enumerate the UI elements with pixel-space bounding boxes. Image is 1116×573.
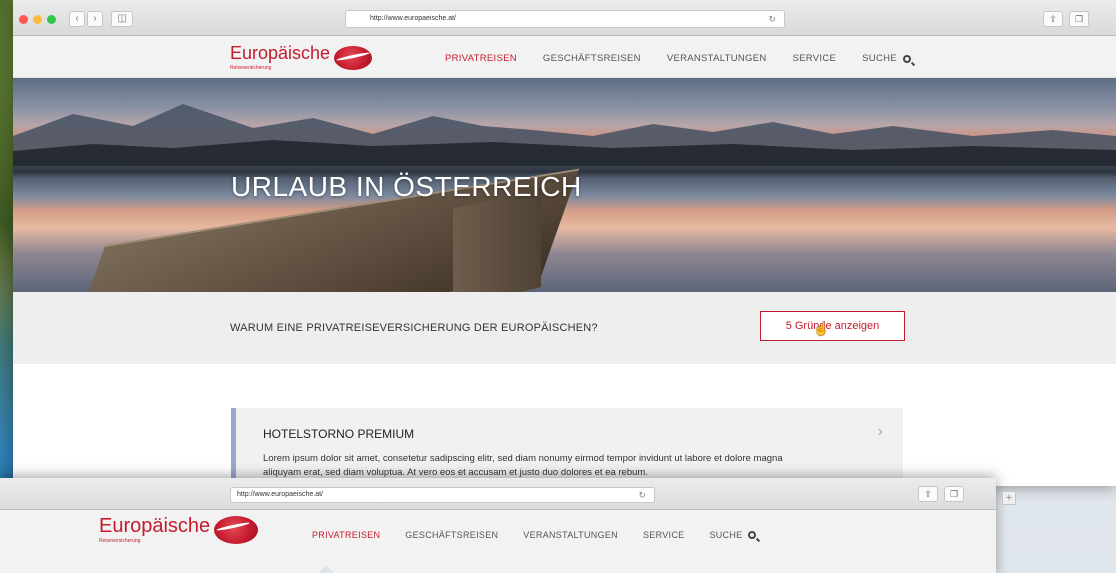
address-bar[interactable]: http://www.europaeische.at/ ↻ [345,10,785,28]
show-reasons-button[interactable]: 5 Gründe anzeigen [760,311,905,341]
nav-item-service[interactable]: SERVICE [643,530,684,540]
search-icon [748,531,757,539]
minimize-window-button[interactable] [33,15,42,24]
reasons-question: WARUM EINE PRIVATREISEVERSICHERUNG DER E… [230,322,598,334]
browser-toolbar-2: http://www.europaeische.at/ ↻ ⇧ ❐ [0,478,996,510]
main-navigation-2: PRIVATREISEN GESCHÄFTSREISEN VERANSTALTU… [312,530,781,540]
hero-banner: URLAUB IN ÖSTERREICH [13,78,1116,292]
chevron-right-icon[interactable]: › [878,423,883,441]
logo-globe-icon [334,45,373,70]
sidebar-icon[interactable]: ◫ [111,11,133,27]
nav-item-suche[interactable]: SUCHE [862,53,911,64]
share-icon[interactable]: ⇧ [1043,11,1063,27]
reload-icon[interactable]: ↻ [768,11,776,27]
back-button[interactable]: ‹ [69,11,85,27]
address-bar-2[interactable]: http://www.europaeische.at/ ↻ [230,487,655,503]
nav-item-veranstaltungen[interactable]: VERANSTALTUNGEN [523,530,618,540]
browser-window-bottom: http://www.europaeische.at/ ↻ ⇧ ❐ Europä… [0,478,996,573]
nav-suche-label: SUCHE [862,53,897,64]
search-icon [902,54,911,63]
brand-logo-2[interactable]: Europäische Reiseversicherung [99,515,259,544]
product-card-description: Lorem ipsum dolor sit amet, consetetur s… [263,453,783,478]
brand-tagline: Reiseversicherung [230,65,272,71]
new-tab-button[interactable]: + [1002,491,1016,505]
nav-item-privatreisen[interactable]: PRIVATREISEN [445,53,517,64]
brand-logo[interactable]: Europäische Reiseversicherung [230,43,373,71]
browser-window-top: ‹ › ◫ http://www.europaeische.at/ ↻ ⇧ ❐ … [13,0,1116,486]
share-icon[interactable]: ⇧ [918,486,938,502]
close-window-button[interactable] [19,15,28,24]
reload-icon[interactable]: ↻ [638,488,646,502]
main-content: HOTELSTORNO PREMIUM › Lorem ipsum dolor … [13,364,1116,486]
address-url: http://www.europaeische.at/ [370,15,456,22]
nav-item-geschaeftsreisen[interactable]: GESCHÄFTSREISEN [543,53,641,64]
forward-button[interactable]: › [87,11,103,27]
tabs-icon[interactable]: ❐ [1069,11,1089,27]
brand-tagline-2: Reiseversicherung [99,538,141,544]
product-card[interactable]: HOTELSTORNO PREMIUM › Lorem ipsum dolor … [231,408,903,486]
reasons-band: WARUM EINE PRIVATREISEVERSICHERUNG DER E… [13,292,1116,364]
logo-globe-icon [214,516,259,544]
product-card-title: HOTELSTORNO PREMIUM [263,427,415,441]
window-controls [19,15,56,24]
site-header: Europäische Reiseversicherung PRIVATREIS… [13,36,1116,78]
nav-suche-label: SUCHE [709,530,743,540]
hero-title: URLAUB IN ÖSTERREICH [231,171,582,202]
nav-item-veranstaltungen[interactable]: VERANSTALTUNGEN [667,53,767,64]
brand-name-2: Europäische [99,515,211,537]
nav-item-privatreisen[interactable]: PRIVATREISEN [312,530,380,540]
nav-item-suche[interactable]: SUCHE [709,530,757,540]
hand-cursor-icon: ☝ [813,321,830,336]
site-header-2: Europäische Reiseversicherung PRIVATREIS… [0,510,996,573]
nav-item-geschaeftsreisen[interactable]: GESCHÄFTSREISEN [405,530,498,540]
tabs-icon[interactable]: ❐ [944,486,964,502]
address-url-2: http://www.europaeische.at/ [237,491,323,498]
zoom-window-button[interactable] [47,15,56,24]
nav-item-service[interactable]: SERVICE [793,53,837,64]
mountain-silhouette [13,104,1116,166]
main-navigation: PRIVATREISEN GESCHÄFTSREISEN VERANSTALTU… [445,53,937,64]
brand-name: Europäische [230,43,331,63]
active-nav-caret [318,565,334,573]
browser-toolbar: ‹ › ◫ http://www.europaeische.at/ ↻ ⇧ ❐ [13,0,1116,36]
